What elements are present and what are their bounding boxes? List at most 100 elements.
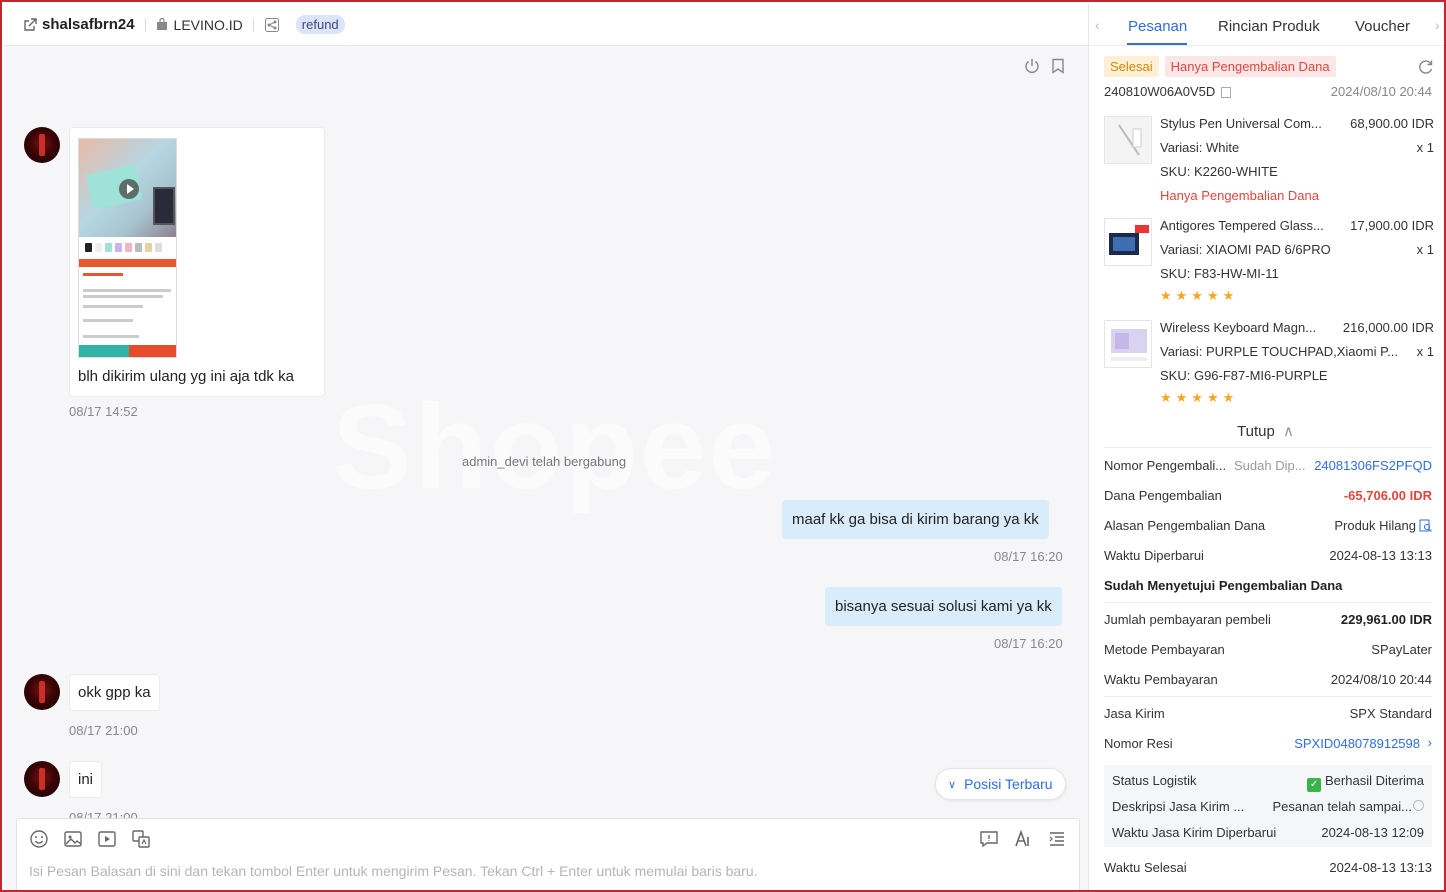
order-side-panel: ‹ Pesanan Rincian Produk Voucher › Seles…	[1088, 4, 1444, 890]
buy-bar	[79, 345, 176, 357]
chevron-right-icon[interactable]: ›	[1428, 735, 1432, 750]
translate-icon[interactable]	[131, 829, 151, 849]
order-id: 240810W06A0V5D	[1104, 84, 1232, 99]
logistics-status-text: Berhasil Diterima	[1325, 773, 1424, 788]
play-icon[interactable]	[119, 179, 139, 199]
tracking-row: Nomor Resi SPXID048078912598 ›	[1104, 735, 1432, 756]
tracking-number-link[interactable]: SPXID048078912598	[1294, 736, 1420, 751]
completed-value: 2024-08-13 13:13	[1329, 860, 1432, 875]
message-bubble-incoming[interactable]: ini	[69, 761, 103, 798]
message-bubble-outgoing[interactable]: maaf kk ga bisa di kirim barang ya kk	[782, 500, 1049, 539]
check-icon: ✓	[1307, 778, 1322, 792]
product-quantity: x 1	[1416, 242, 1434, 257]
buyer-avatar[interactable]	[24, 761, 60, 797]
product-refund-note: Hanya Pengembalian Dana	[1160, 188, 1319, 203]
message-text: bisanya sesuai solusi kami ya kk	[835, 598, 1052, 615]
message-text: okk gpp ka	[78, 684, 151, 701]
template-list-icon[interactable]	[1047, 829, 1067, 849]
tracking-label: Nomor Resi	[1104, 736, 1173, 751]
shop-bag-icon	[156, 18, 167, 30]
jump-to-latest-button[interactable]: ∨ Posisi Terbaru	[935, 768, 1066, 800]
text-line	[83, 335, 139, 338]
chat-header: shalsafbrn24 LEVINO.ID refund	[4, 4, 1088, 46]
message-input[interactable]	[29, 863, 1069, 879]
info-icon[interactable]	[1413, 800, 1424, 811]
order-product[interactable]: Antigores Tempered Glass... 17,900.00 ID…	[1104, 218, 1434, 314]
payment-time-row: Waktu Pembayaran 2024/08/10 20:44	[1104, 672, 1432, 692]
product-quantity: x 1	[1416, 140, 1434, 155]
product-price: 17,900.00 IDR	[1350, 218, 1434, 233]
tab-pesanan[interactable]: Pesanan	[1128, 18, 1187, 35]
payment-amount-value: 229,961.00 IDR	[1340, 612, 1432, 627]
chevron-right-icon[interactable]: ›	[1435, 17, 1440, 33]
message-composer	[16, 818, 1080, 890]
ai-assist-icon[interactable]	[1013, 829, 1033, 849]
logistics-desc-label: Deskripsi Jasa Kirim ...	[1112, 799, 1245, 814]
video-thumbnail[interactable]	[78, 138, 177, 358]
rating-stars: ★★★★★	[1160, 390, 1239, 405]
product-variation: Variasi: XIAOMI PAD 6/6PRO	[1160, 242, 1331, 257]
courier-value: SPX Standard	[1349, 706, 1432, 721]
product-price: 68,900.00 IDR	[1350, 116, 1434, 131]
completed-label: Waktu Selesai	[1104, 860, 1187, 875]
chevron-up-icon: ∧	[1282, 423, 1294, 440]
image-icon[interactable]	[63, 829, 83, 849]
courier-row: Jasa Kirim SPX Standard	[1104, 706, 1432, 726]
external-link-icon[interactable]	[22, 17, 38, 33]
product-price: 216,000.00 IDR	[1342, 320, 1434, 335]
refund-number-link[interactable]: 24081306FS2PFQD	[1314, 458, 1432, 473]
refund-badge: Hanya Pengembalian Dana	[1164, 56, 1336, 77]
message-bubble-incoming[interactable]: blh dikirim ulang yg ini aja tdk ka	[69, 127, 325, 397]
sale-banner	[79, 259, 176, 267]
refresh-icon[interactable]	[1418, 59, 1434, 75]
text-line	[83, 319, 133, 322]
product-quantity: x 1	[1416, 344, 1434, 359]
message-time: 08/17 14:52	[69, 404, 138, 419]
text-line	[83, 295, 163, 298]
chat-panel: shalsafbrn24 LEVINO.ID refund Shopee blh…	[4, 4, 1088, 890]
message-time: 08/17 16:20	[994, 636, 1063, 651]
emoji-icon[interactable]	[29, 829, 49, 849]
view-details-icon[interactable]	[1419, 519, 1432, 532]
collapse-products-button[interactable]: Tutup ∧	[1237, 422, 1294, 440]
payment-method-label: Metode Pembayaran	[1104, 642, 1225, 657]
courier-label: Jasa Kirim	[1104, 706, 1165, 721]
payment-method-value: SPayLater	[1371, 642, 1432, 657]
tab-rincian-produk[interactable]: Rincian Produk	[1218, 18, 1320, 35]
refund-reason-row: Alasan Pengembalian Dana Produk Hilang	[1104, 518, 1432, 538]
order-date: 2024/08/10 20:44	[1330, 84, 1432, 99]
active-tab-indicator	[1127, 43, 1187, 45]
composer-tools-right	[979, 829, 1067, 849]
message-bubble-incoming[interactable]: okk gpp ka	[69, 674, 160, 711]
buyer-avatar[interactable]	[24, 674, 60, 710]
chevron-down-icon: ∨	[948, 778, 957, 791]
collapse-label: Tutup	[1237, 423, 1275, 440]
video-icon[interactable]	[97, 829, 117, 849]
chevron-left-icon[interactable]: ‹	[1095, 17, 1100, 33]
share-icon[interactable]	[264, 17, 280, 33]
power-icon[interactable]	[1024, 58, 1040, 74]
refund-approved-title: Sudah Menyetujui Pengembalian Dana	[1104, 578, 1343, 593]
refund-amount-label: Dana Pengembalian	[1104, 488, 1222, 503]
refund-amount-row: Dana Pengembalian -65,706.00 IDR	[1104, 488, 1432, 508]
quick-reply-icon[interactable]	[979, 829, 999, 849]
message-time: 08/17 16:20	[994, 549, 1063, 564]
divider	[1104, 447, 1432, 448]
divider	[252, 17, 254, 32]
order-product[interactable]: Wireless Keyboard Magn... 216,000.00 IDR…	[1104, 320, 1434, 416]
tab-voucher[interactable]: Voucher	[1355, 18, 1410, 35]
product-sku: SKU: K2260-WHITE	[1160, 164, 1278, 179]
system-message: admin_devi telah bergabung	[462, 454, 627, 469]
buyer-username[interactable]: shalsafbrn24	[42, 16, 135, 33]
buyer-avatar[interactable]	[24, 127, 60, 163]
logistics-time-label: Waktu Jasa Kirim Diperbarui	[1112, 825, 1277, 840]
product-variation: Variasi: PURPLE TOUCHPAD,Xiaomi P...	[1160, 344, 1398, 359]
refund-amount-value: -65,706.00 IDR	[1343, 488, 1432, 503]
bookmark-icon[interactable]	[1050, 58, 1066, 74]
copy-icon[interactable]	[1221, 87, 1232, 99]
message-bubble-outgoing[interactable]: bisanya sesuai solusi kami ya kk	[825, 587, 1062, 626]
order-product[interactable]: Stylus Pen Universal Com... 68,900.00 ID…	[1104, 116, 1434, 212]
conversation-tag[interactable]: refund	[295, 15, 345, 34]
rating-stars: ★★★★★	[1160, 288, 1239, 303]
refund-updated-row: Waktu Diperbarui 2024-08-13 13:13	[1104, 548, 1432, 568]
